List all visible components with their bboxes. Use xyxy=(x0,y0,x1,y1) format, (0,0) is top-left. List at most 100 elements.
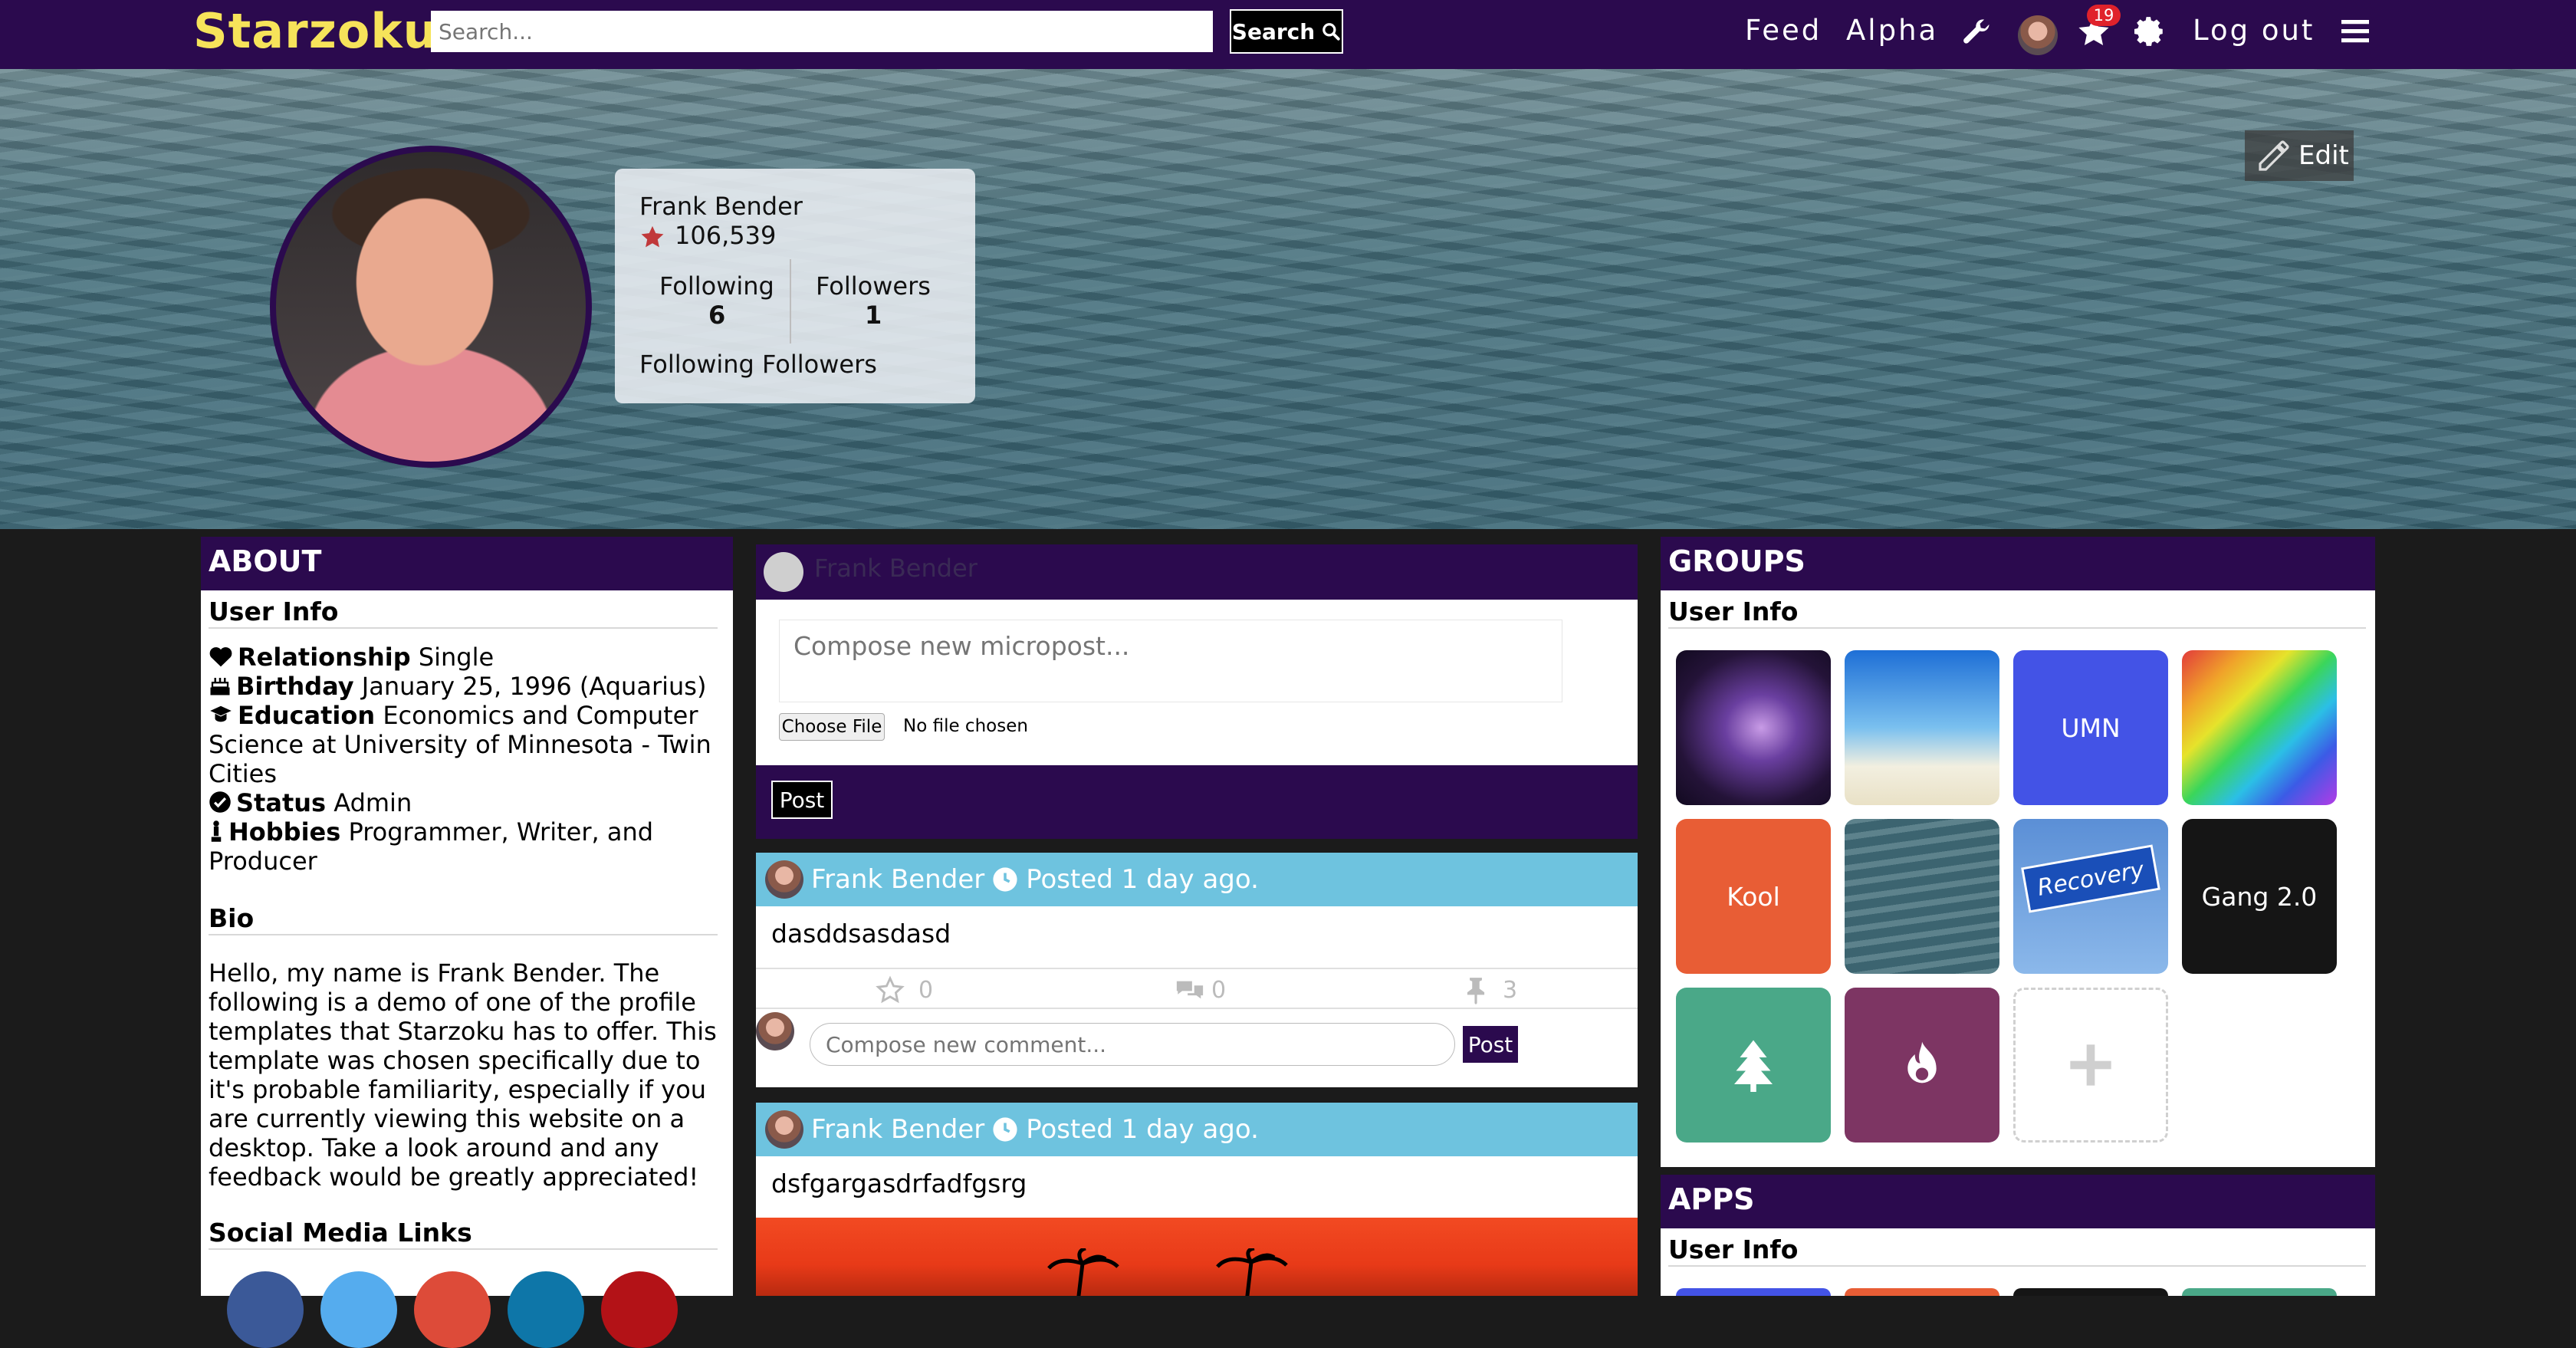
group-tile-kool[interactable]: Kool xyxy=(1676,819,1831,974)
relationship-label: Relationship xyxy=(238,643,411,672)
twitter-icon[interactable] xyxy=(320,1271,397,1348)
app-tile[interactable] xyxy=(1845,1288,1999,1296)
top-navbar: Starzoku Search Feed Alpha 19 Log out xyxy=(0,0,2576,69)
search-button[interactable]: Search xyxy=(1230,9,1343,54)
status-value: Admin xyxy=(334,788,412,817)
group-tile-fire[interactable] xyxy=(1845,988,1999,1143)
micropost-textarea[interactable] xyxy=(779,620,1562,702)
education-row: Education Economics and Computer Science… xyxy=(209,701,730,788)
star-icon xyxy=(641,225,664,248)
search-button-label: Search xyxy=(1231,18,1316,44)
group-tile-recovery[interactable]: Recovery xyxy=(2013,819,2168,974)
palm-trees-silhouette xyxy=(1047,1248,1288,1296)
education-label: Education xyxy=(238,701,376,730)
post-header: Frank Bender Posted 1 day ago. xyxy=(756,1103,1638,1156)
app-tile[interactable] xyxy=(1676,1288,1831,1296)
following-followers-links[interactable]: Following Followers xyxy=(639,350,877,379)
post-author-avatar[interactable] xyxy=(765,1110,803,1149)
group-tile-beach[interactable] xyxy=(1845,650,1999,805)
site-logo[interactable]: Starzoku xyxy=(193,3,438,59)
star-count: 0 xyxy=(918,977,934,1004)
post-image[interactable] xyxy=(756,1218,1638,1296)
star-outline-icon[interactable] xyxy=(876,975,905,1004)
post-header: Frank Bender Posted 1 day ago. xyxy=(756,853,1638,906)
clock-icon xyxy=(993,1117,1017,1142)
status-label: Status xyxy=(236,788,327,817)
divider xyxy=(209,934,718,935)
groups-title: GROUPS xyxy=(1661,537,2375,590)
comment-input[interactable] xyxy=(810,1023,1455,1066)
commenter-avatar xyxy=(756,1012,794,1050)
birthday-label: Birthday xyxy=(236,672,354,701)
followers-count[interactable]: 1 xyxy=(865,301,882,330)
user-info-heading: User Info xyxy=(209,597,339,626)
following-label[interactable]: Following xyxy=(659,271,774,301)
relationship-row: Relationship Single xyxy=(209,643,730,672)
youtube-icon[interactable] xyxy=(601,1271,678,1348)
post-content: dasddsasdasd xyxy=(756,906,1638,968)
about-title: ABOUT xyxy=(201,537,733,590)
profile-picture[interactable] xyxy=(270,146,592,468)
recovery-sign: Recovery xyxy=(2021,844,2160,913)
star-count: 106,539 xyxy=(675,221,777,250)
following-count[interactable]: 6 xyxy=(708,301,725,330)
group-tile-umn[interactable]: UMN xyxy=(2013,650,2168,805)
notification-badge: 19 xyxy=(2087,5,2121,26)
app-tile[interactable] xyxy=(2182,1288,2337,1296)
group-tile-gang[interactable]: Gang 2.0 xyxy=(2182,819,2337,974)
pin-icon[interactable] xyxy=(1464,975,1487,1004)
hamburger-menu-icon[interactable] xyxy=(2341,18,2369,44)
search-input[interactable] xyxy=(431,11,1213,52)
gear-icon[interactable] xyxy=(2134,15,2167,48)
comment-row: Post xyxy=(756,1009,1638,1087)
wrench-icon[interactable] xyxy=(1960,15,1993,49)
group-tile-tree[interactable] xyxy=(1676,988,1831,1143)
profile-name[interactable]: Frank Bender xyxy=(639,192,803,221)
choose-file-button[interactable]: Choose File xyxy=(779,713,885,741)
birthday-value: January 25, 1996 (Aquarius) xyxy=(361,672,707,701)
add-group-button[interactable] xyxy=(2013,988,2168,1143)
apps-panel: APPS User Info xyxy=(1661,1175,2375,1296)
composer-footer: Post xyxy=(756,765,1638,839)
post-button[interactable]: Post xyxy=(771,781,833,819)
edit-label: Edit xyxy=(2298,140,2349,171)
clock-icon xyxy=(993,867,1017,892)
comment-post-button[interactable]: Post xyxy=(1463,1026,1518,1063)
group-tile-water[interactable] xyxy=(1845,819,1999,974)
group-tile-rainbow-cubes[interactable] xyxy=(2182,650,2337,805)
pencil-icon xyxy=(2259,140,2289,171)
post-author-name[interactable]: Frank Bender xyxy=(811,864,984,895)
bio-heading: Bio xyxy=(209,903,255,933)
edit-profile-button[interactable]: Edit xyxy=(2245,130,2354,181)
post-timestamp[interactable]: Posted 1 day ago. xyxy=(1026,864,1259,895)
birthday-row: Birthday January 25, 1996 (Aquarius) xyxy=(209,672,730,701)
user-avatar[interactable] xyxy=(2018,15,2058,55)
divider xyxy=(1668,1265,2366,1267)
heart-icon xyxy=(209,647,232,667)
post-author-avatar[interactable] xyxy=(765,860,803,899)
fire-icon xyxy=(1907,1041,1937,1083)
facebook-icon[interactable] xyxy=(227,1271,304,1348)
groups-panel: GROUPS User Info UMN Kool Recovery Gang … xyxy=(1661,537,2375,1167)
divider xyxy=(1668,627,2366,629)
hobbies-label: Hobbies xyxy=(228,817,341,847)
nav-feed-link[interactable]: Feed xyxy=(1745,14,1822,47)
google-plus-icon[interactable] xyxy=(414,1271,491,1348)
comment-count: 0 xyxy=(1211,977,1227,1004)
comments-icon[interactable] xyxy=(1175,977,1205,1003)
relationship-value: Single xyxy=(418,643,495,672)
chess-piece-icon xyxy=(211,820,222,842)
post-author-name[interactable]: Frank Bender xyxy=(811,1114,984,1145)
post-timestamp[interactable]: Posted 1 day ago. xyxy=(1026,1114,1259,1145)
divider xyxy=(209,1248,718,1250)
groups-subtitle: User Info xyxy=(1668,597,1799,626)
apps-title: APPS xyxy=(1661,1175,2375,1228)
linkedin-icon[interactable] xyxy=(508,1271,584,1348)
followers-label[interactable]: Followers xyxy=(816,271,931,301)
nav-logout-link[interactable]: Log out xyxy=(2193,14,2315,47)
nav-alpha-link[interactable]: Alpha xyxy=(1846,14,1938,47)
no-file-label: No file chosen xyxy=(903,716,1028,736)
plus-icon xyxy=(2070,1044,2111,1086)
group-tile-galaxy[interactable] xyxy=(1676,650,1831,805)
app-tile[interactable] xyxy=(2013,1288,2168,1296)
